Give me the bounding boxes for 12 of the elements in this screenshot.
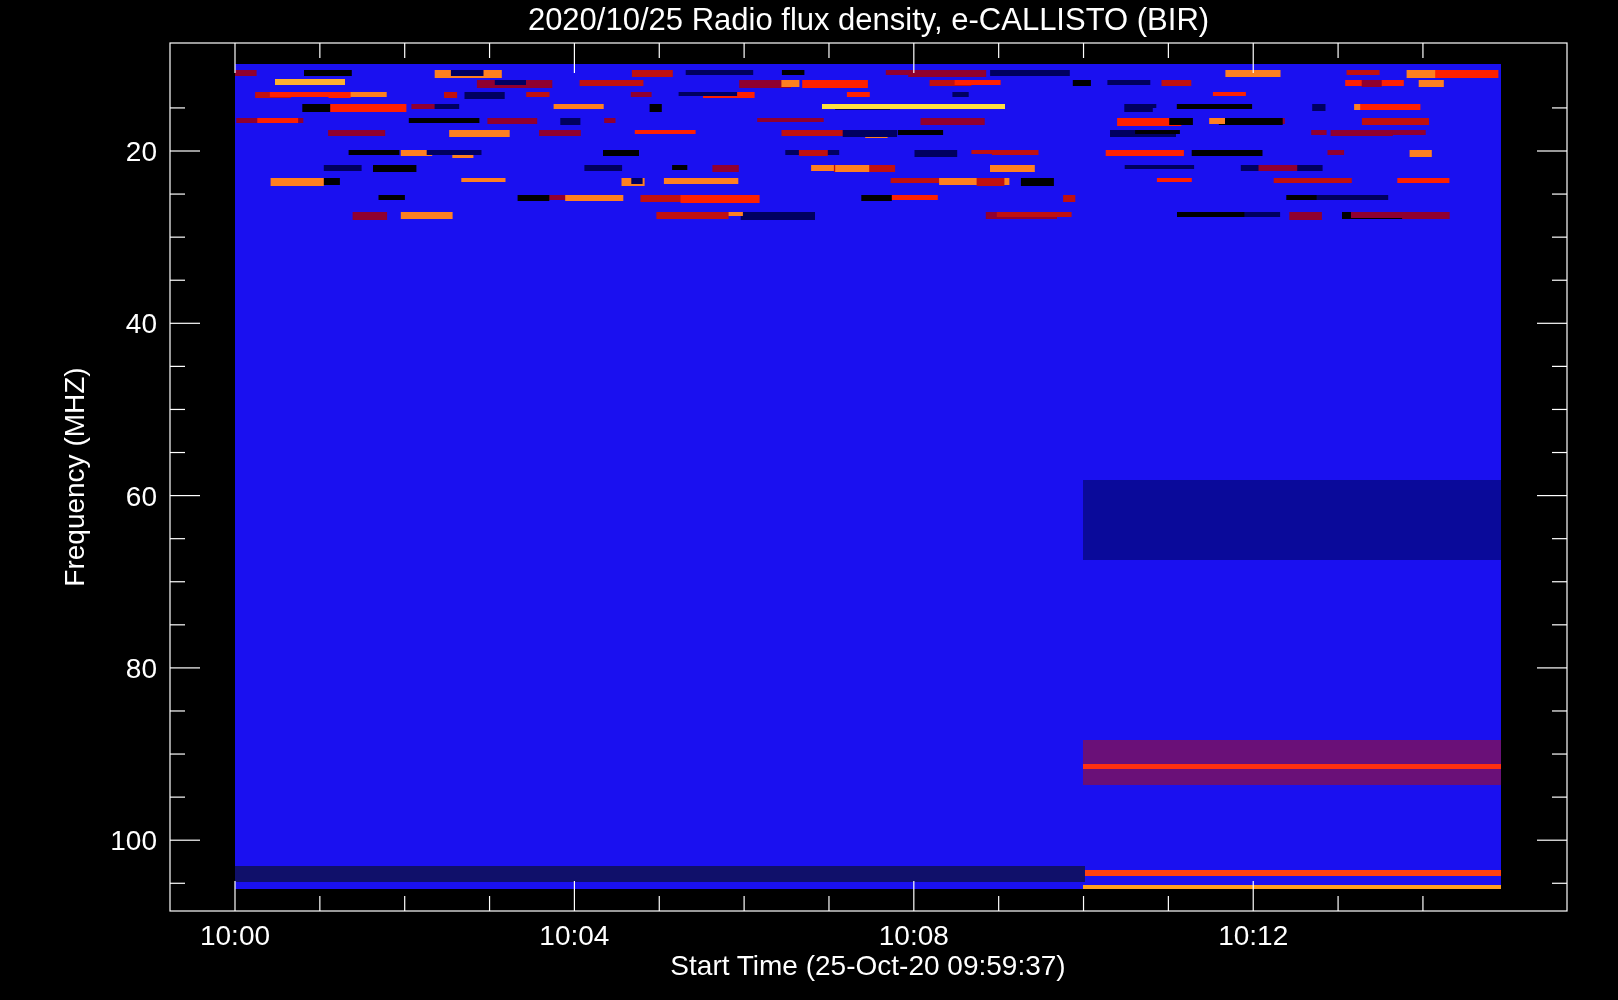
axis-title: Frequency (MHZ)	[59, 367, 90, 587]
axis-tick-label: 10:08	[878, 920, 949, 951]
axis-tick-label: 60	[125, 480, 157, 512]
chart-title: 2020/10/25 Radio flux density, e-CALLISTO (BIR)	[527, 2, 1210, 37]
axis-tick-label: 10:00	[199, 920, 271, 951]
axis-tick-label: 80	[125, 652, 157, 684]
axis-tick-label: 10:12	[1218, 920, 1289, 951]
axis-tick-label: 20	[125, 136, 157, 167]
axis-tick-label: 10:04	[539, 920, 610, 951]
axis-tick-label: 40	[125, 308, 157, 340]
axis-tick-label: 100	[110, 825, 157, 857]
axis-title: Start Time (25-Oct-20 09:59:37)	[670, 950, 1066, 981]
